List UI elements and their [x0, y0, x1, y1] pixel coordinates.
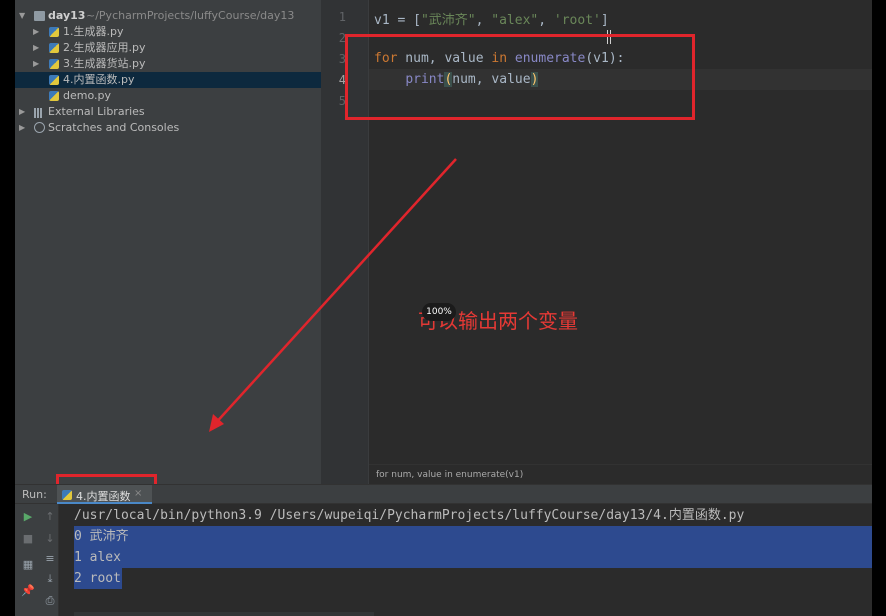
line-number: 2 [338, 31, 346, 45]
run-tool-header: Run: 4.内置函数 × [15, 484, 872, 505]
file-label: demo.py [63, 89, 111, 102]
line-number: 3 [338, 52, 346, 66]
left-strip [0, 0, 15, 616]
python-file-icon [62, 490, 72, 500]
tree-item-file-2[interactable]: ▶ 2.生成器应用.py [15, 40, 321, 56]
annotation-box-code [345, 34, 695, 120]
tree-item-file-5[interactable]: demo.py [15, 88, 321, 104]
tree-item-file-3[interactable]: ▶ 3.生成器货站.py [15, 56, 321, 72]
close-icon[interactable]: × [134, 488, 142, 499]
chevron-right-icon[interactable]: ▶ [19, 104, 25, 120]
chevron-right-icon[interactable]: ▶ [33, 40, 39, 56]
console-output-line: 2 root [74, 571, 121, 586]
chevron-right-icon[interactable]: ▶ [33, 56, 39, 72]
scratches-icon [34, 122, 45, 133]
pin-icon[interactable]: 📌 [21, 584, 35, 597]
tree-item-file-4[interactable]: 4.内置函数.py [15, 72, 321, 88]
tree-item-external-libraries[interactable]: ▶ External Libraries [15, 104, 321, 120]
python-file-icon [49, 91, 59, 101]
code-line-1[interactable]: v1 = ["武沛齐", "alex", 'root'] [374, 9, 609, 28]
python-file-icon [49, 43, 59, 53]
python-file-icon [49, 27, 59, 37]
line-number: 1 [338, 10, 346, 24]
token-var: v1 [374, 13, 390, 28]
run-toolbar: ▶ ↑ ■ ↓ ≡ ▦ ⤓ 📌 ⎙ [15, 504, 59, 616]
file-label: 3.生成器货站.py [63, 57, 146, 70]
token-string: "武沛齐" [420, 13, 476, 28]
line-number-current: 4 [338, 73, 346, 87]
console-command: /usr/local/bin/python3.9 /Users/wupeiqi/… [74, 508, 745, 523]
line-number: 5 [338, 94, 346, 108]
run-console[interactable]: /usr/local/bin/python3.9 /Users/wupeiqi/… [59, 504, 872, 616]
file-label: 2.生成器应用.py [63, 41, 146, 54]
arrow-up-icon[interactable]: ↑ [43, 510, 57, 523]
tree-root-label: day13 [48, 9, 86, 22]
tree-item-scratches[interactable]: ▶ Scratches and Consoles [15, 120, 321, 136]
file-label: 1.生成器.py [63, 25, 124, 38]
token-comma: , [475, 13, 492, 28]
right-strip [872, 0, 886, 616]
console-output-line: 1 alex [74, 550, 121, 565]
print-icon[interactable]: ⎙ [43, 594, 57, 608]
file-label: 4.内置函数.py [63, 73, 135, 86]
selection-highlight [74, 526, 872, 568]
python-file-icon [49, 75, 59, 85]
run-label: Run: [22, 488, 47, 501]
run-tab-label: 4.内置函数 [76, 490, 131, 503]
token-comma: , [538, 13, 554, 28]
tree-root-path: ~/PycharmProjects/luffyCourse/day13 [86, 9, 295, 22]
chevron-right-icon[interactable]: ▶ [19, 120, 25, 136]
chevron-right-icon[interactable]: ▶ [33, 24, 39, 40]
play-icon[interactable]: ▶ [21, 510, 35, 523]
stop-icon[interactable]: ■ [21, 532, 35, 545]
library-icon [34, 107, 46, 118]
zoom-badge: 100% [422, 303, 456, 321]
token-string: "alex" [491, 13, 539, 28]
arrow-down-icon[interactable]: ↓ [43, 532, 57, 545]
token-op: = [ [389, 13, 421, 28]
token-string: 'root' [553, 13, 601, 28]
run-tab[interactable]: 4.内置函数 × [57, 485, 152, 505]
scratches-label: Scratches and Consoles [48, 121, 180, 134]
soft-wrap-icon[interactable]: ≡ [43, 552, 57, 565]
scroll-to-end-icon[interactable]: ⤓ [43, 572, 57, 586]
tree-item-file-1[interactable]: ▶ 1.生成器.py [15, 24, 321, 40]
chevron-down-icon[interactable]: ▼ [19, 8, 25, 24]
console-faded-line [74, 612, 374, 616]
breadcrumb[interactable]: for num, value in enumerate(v1) [369, 464, 872, 484]
tree-root-day13[interactable]: ▼ day13 ~/PycharmProjects/luffyCourse/da… [15, 8, 321, 24]
token-bracket: ] [600, 13, 609, 28]
python-file-icon [49, 59, 59, 69]
external-libraries-label: External Libraries [48, 105, 145, 118]
layout-icon[interactable]: ▦ [21, 558, 35, 571]
console-output-line: 0 武沛齐 [74, 529, 129, 544]
folder-icon [34, 11, 45, 21]
project-tool-window: ▼ day13 ~/PycharmProjects/luffyCourse/da… [15, 0, 321, 484]
